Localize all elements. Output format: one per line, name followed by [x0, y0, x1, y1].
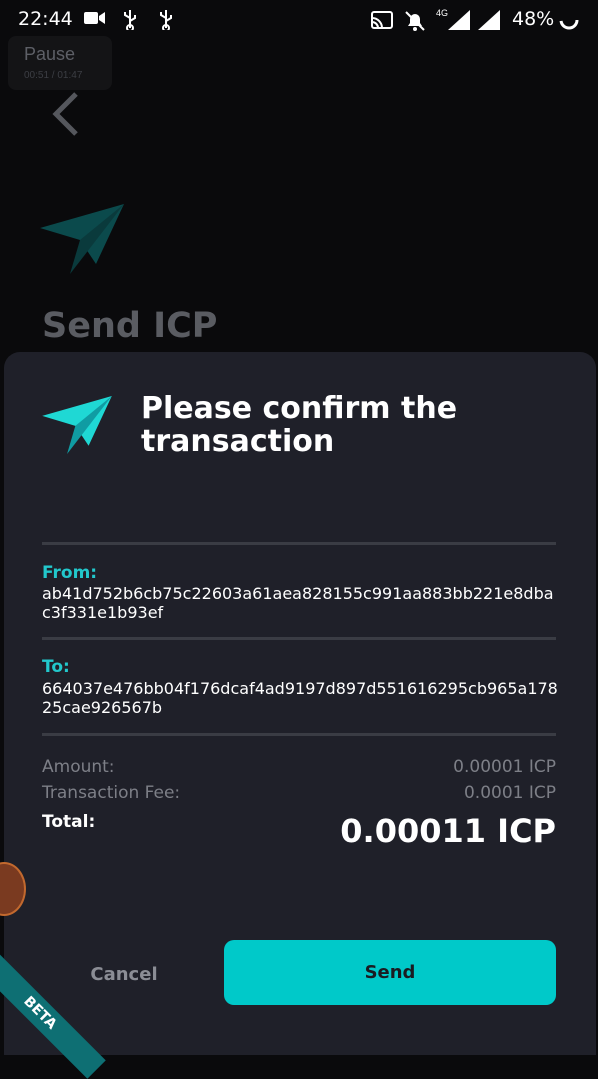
dialog-title: Please confirm the transaction [141, 391, 458, 459]
network-type: 4G [436, 8, 449, 18]
notifications-off-icon [404, 10, 426, 37]
battery-icon [558, 9, 580, 36]
video-camera-icon [84, 10, 106, 31]
total-value: 0.00011 ICP [340, 812, 556, 850]
back-chevron-icon[interactable] [50, 92, 80, 141]
from-address: ab41d752b6cb75c22603a61aea828155c991aa88… [42, 584, 554, 622]
confirm-dialog: Please confirm the transaction From: ab4… [4, 352, 596, 1055]
fee-label: Transaction Fee: [42, 783, 181, 803]
pause-overlay[interactable]: Pause 00:51 / 01:47 [8, 36, 112, 90]
paper-plane-icon [42, 396, 112, 459]
fee-value: 0.0001 ICP [463, 783, 556, 803]
cancel-button[interactable]: Cancel [42, 942, 206, 1006]
to-address: 664037e476bb04f176dcaf4ad9197d897d551616… [42, 679, 558, 717]
paper-plane-icon [40, 204, 124, 279]
amount-value: 0.00001 ICP [453, 757, 556, 777]
page-title: Send ICP [42, 306, 218, 346]
battery-percent: 48% [512, 8, 555, 30]
total-label: Total: [42, 812, 96, 832]
usb-icon [158, 10, 174, 35]
amount-label: Amount: [42, 757, 115, 777]
to-label: To: [42, 657, 70, 677]
divider [42, 542, 556, 545]
from-label: From: [42, 563, 98, 583]
signal-icon [478, 10, 500, 35]
usb-icon [122, 10, 138, 35]
signal-icon [448, 10, 470, 35]
send-button[interactable]: Send [224, 940, 556, 1005]
status-time: 22:44 [18, 8, 73, 30]
divider [42, 733, 556, 736]
pause-time: 00:51 / 01:47 [24, 70, 83, 81]
pause-label: Pause [24, 44, 76, 64]
cast-icon [370, 10, 394, 35]
status-bar: 22:44 4G 48% [0, 0, 598, 40]
divider [42, 637, 556, 640]
